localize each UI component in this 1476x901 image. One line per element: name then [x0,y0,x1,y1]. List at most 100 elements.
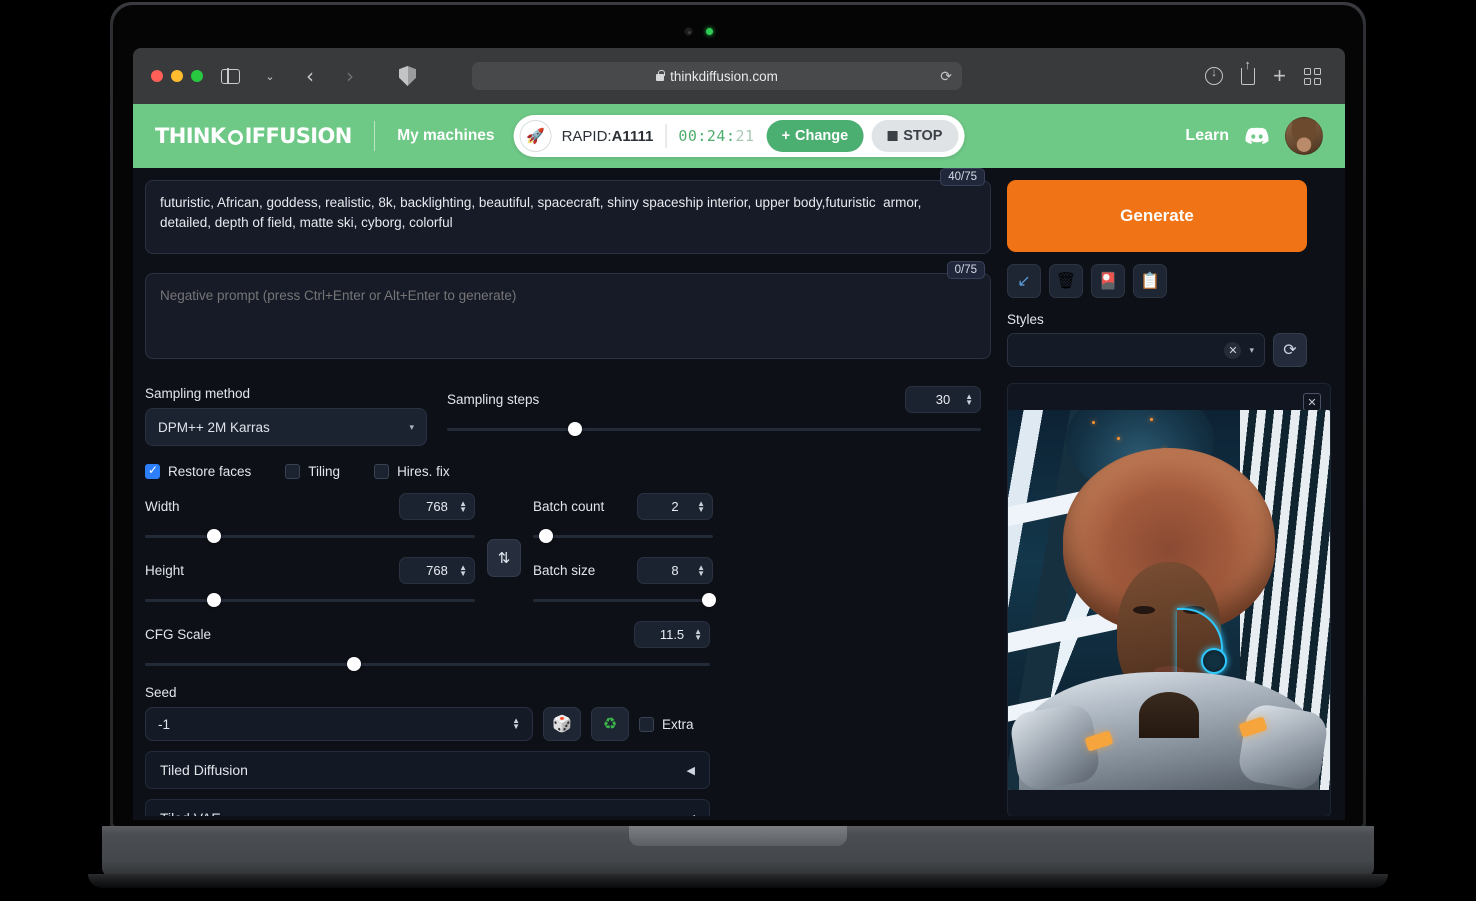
dimension-group: Width 768 ▲ ▼ Height 768 ▲ ▼ [145,493,475,607]
width-label: Width [145,499,180,514]
maximize-window-button[interactable] [191,70,203,82]
restore-faces-checkbox[interactable]: Restore faces [145,463,251,479]
sampling-method-value: DPM++ 2M Karras [158,419,270,435]
sampling-method-select[interactable]: DPM++ 2M Karras ▾ [145,408,427,446]
batch-count-slider[interactable] [533,529,713,543]
stepper-icon[interactable]: ▲ ▼ [512,717,520,731]
change-machine-button[interactable]: + Change [766,120,864,152]
laptop-foot [88,874,1388,888]
positive-prompt-wrap: 40/75 futuristic, African, goddess, real… [145,168,991,259]
url-text-wrap: thinkdiffusion.com [656,69,778,84]
batch-count-input[interactable]: 2 ▲ ▼ [637,493,713,520]
downloads-icon[interactable] [1205,65,1224,85]
generate-button[interactable]: Generate [1007,180,1307,252]
brand-logo[interactable]: THINK IFFUSION [155,124,352,148]
stepper-icon[interactable]: ▲ ▼ [459,563,467,577]
apply-style-button[interactable]: 🎴 [1091,264,1125,298]
generated-image[interactable] [1008,410,1330,790]
swap-dimensions-button[interactable]: ⇅ [487,539,521,577]
sampling-steps-group: Sampling steps 30 ▲ ▼ [445,386,981,446]
cfg-input[interactable]: 11.5 ▲ ▼ [634,621,710,648]
slider-knob[interactable] [538,529,553,543]
forward-button[interactable]: › [337,64,363,88]
reload-icon[interactable]: ⟳ [940,68,952,85]
hires-fix-checkbox[interactable]: Hires. fix [374,464,450,479]
stepper-icon[interactable]: ▲ ▼ [697,499,705,513]
chevron-down-icon: ▾ [409,421,414,432]
timer-head: 00:24: [678,127,736,145]
change-label: Change [795,128,849,144]
checkbox-icon [285,464,301,479]
minimize-window-button[interactable] [171,70,183,82]
new-tab-icon[interactable]: + [1273,65,1286,87]
height-slider[interactable] [145,593,475,607]
extra-checkbox[interactable]: Extra [639,716,694,732]
machine-type: RAPID: [561,127,612,145]
tab-overview-icon[interactable] [1304,67,1321,85]
address-bar[interactable]: thinkdiffusion.com ⟳ [472,62,962,90]
width-value: 768 [426,499,448,514]
sidebar-toggle-icon[interactable] [217,64,243,88]
user-avatar[interactable] [1285,117,1323,155]
close-window-button[interactable] [151,70,163,82]
read-generation-params-icon-button[interactable]: ↙ [1007,264,1041,298]
image-shoulder-right [1236,702,1330,790]
reuse-seed-button[interactable]: ♻ [591,707,629,741]
seed-input[interactable]: -1 ▲ ▼ [145,707,533,741]
seed-row: -1 ▲ ▼ 🎲 ♻ Extra [145,707,981,741]
discord-icon[interactable] [1245,127,1269,146]
save-style-button[interactable]: 📋 [1133,264,1167,298]
pill-divider [665,124,667,148]
recycle-icon: ♻ [602,716,618,733]
cfg-slider[interactable] [145,657,710,671]
height-label: Height [145,563,185,578]
slider-knob[interactable] [568,422,583,436]
privacy-shield-icon[interactable] [399,66,416,86]
stepper-icon[interactable]: ▲ ▼ [697,563,705,577]
stepper-icon[interactable]: ▲ ▼ [965,392,973,406]
tiled-diffusion-label: Tiled Diffusion [160,762,248,778]
tiling-checkbox[interactable]: Tiling [285,464,340,479]
positive-prompt-input[interactable]: futuristic, African, goddess, realistic,… [145,180,991,254]
batch-size-input[interactable]: 8 ▲ ▼ [637,557,713,584]
trash-icon: 🗑 [1055,273,1077,290]
sampling-steps-input[interactable]: 30 ▲ ▼ [905,386,981,413]
stop-machine-button[interactable]: STOP [871,120,959,152]
clear-styles-icon[interactable]: ✕ [1224,341,1242,359]
machine-status-pill: 🚀 RAPID:A1111 00:24:21 + Change STOP [513,115,965,157]
styles-select[interactable]: ✕ ▾ [1007,333,1265,367]
back-button[interactable]: ‹ [297,64,323,88]
slider-knob[interactable] [347,657,362,671]
negative-prompt-input[interactable] [145,273,991,359]
stepper-icon[interactable]: ▲ ▼ [459,499,467,513]
brand-text-1: THINK [155,124,226,148]
batch-count-value: 2 [671,499,679,514]
learn-link[interactable]: Learn [1185,127,1229,145]
sampling-steps-slider[interactable] [447,422,981,436]
image-neck [1139,692,1199,738]
styles-row: ✕ ▾ ⟳ [1007,333,1345,367]
machine-name: A1111 [611,127,654,145]
sampling-steps-value: 30 [935,392,951,407]
refresh-styles-button[interactable]: ⟳ [1273,333,1307,367]
share-icon[interactable] [1241,57,1256,85]
my-machines-link[interactable]: My machines [397,127,494,145]
stepper-icon[interactable]: ▲ ▼ [694,627,702,641]
slider-knob[interactable] [702,593,717,607]
random-seed-button[interactable]: 🎲 [543,707,581,741]
batch-size-slider[interactable] [533,593,717,607]
sampling-method-label: Sampling method [145,386,251,401]
tiled-diffusion-accordion[interactable]: Tiled Diffusion ◀ [145,751,710,789]
close-preview-button[interactable]: ✕ [1303,393,1321,411]
slider-knob[interactable] [207,529,222,543]
height-input[interactable]: 768 ▲ ▼ [399,557,475,584]
slider-knob[interactable] [207,593,222,607]
clear-prompt-button[interactable]: 🗑 [1049,264,1083,298]
width-input[interactable]: 768 ▲ ▼ [399,493,475,520]
width-slider[interactable] [145,529,475,543]
swap-arrows-icon: ⇅ [497,550,511,567]
chevron-down-icon[interactable]: ⌄ [257,64,283,88]
styles-label: Styles [1007,312,1044,327]
window-controls[interactable] [151,70,203,82]
negative-prompt-wrap: 0/75 [145,261,991,364]
